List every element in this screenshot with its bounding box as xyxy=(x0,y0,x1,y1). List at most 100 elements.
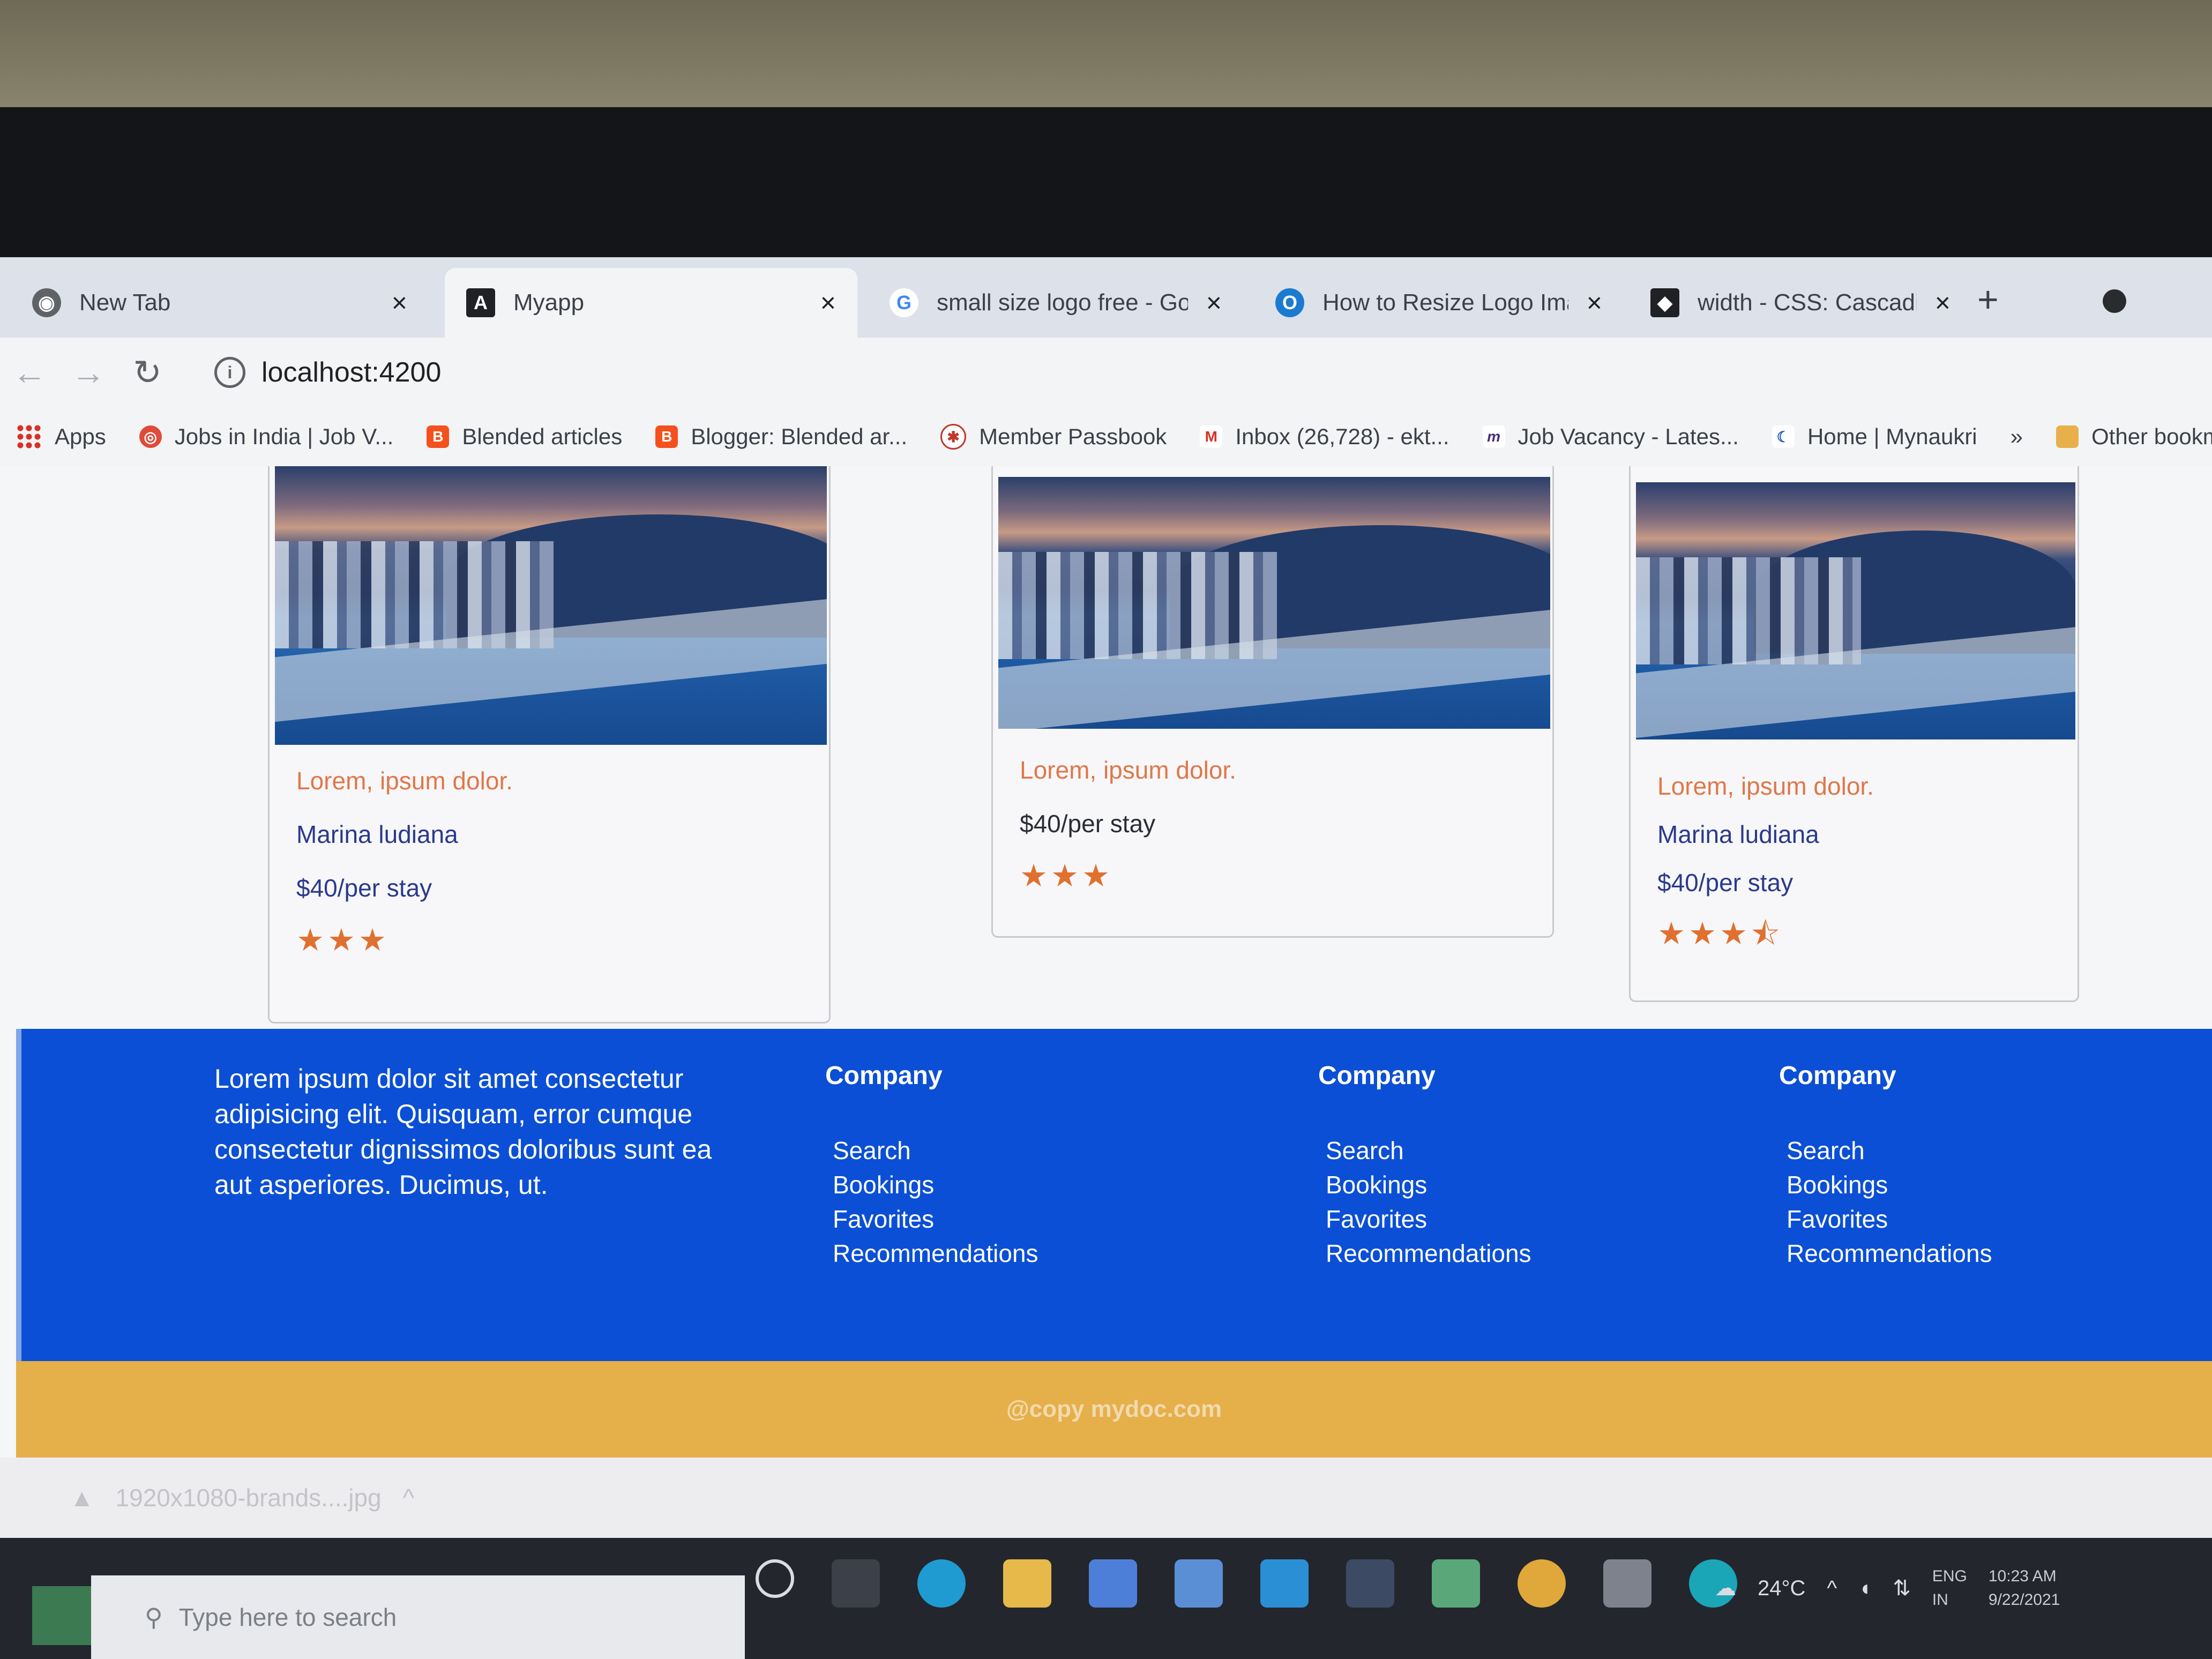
store-icon[interactable] xyxy=(1089,1559,1137,1608)
footer-link-favorites[interactable]: Favorites xyxy=(833,1202,1038,1236)
footer-link-recommendations[interactable]: Recommendations xyxy=(1326,1236,1531,1271)
network-icon[interactable]: ⇅ xyxy=(1893,1576,1911,1601)
download-shelf: ▲ 1920x1080-brands....jpg ^ xyxy=(0,1458,2212,1538)
chevron-up-icon[interactable]: ^ xyxy=(403,1483,415,1512)
bookmark-member-passbook[interactable]: ✱ Member Passbook xyxy=(940,424,1167,450)
tab-title: Myapp xyxy=(513,289,585,316)
bookmark-apps[interactable]: Apps xyxy=(16,424,106,450)
footer-heading: Company xyxy=(1779,1062,1896,1090)
bookmark-label: Jobs in India | Job V... xyxy=(174,424,394,449)
mail-icon[interactable] xyxy=(1175,1559,1223,1608)
temperature[interactable]: 24°C xyxy=(1758,1576,1805,1601)
listing-card-3[interactable]: Lorem, ipsum dolor. Marina ludiana $40/p… xyxy=(1629,466,2079,1002)
settings-gear-icon[interactable] xyxy=(1346,1559,1394,1608)
tab-strip: ◉ New Tab × A Myapp × G small size logo … xyxy=(0,257,2212,338)
bookmark-label: Blended articles xyxy=(462,424,623,449)
mdn-icon: ◆ xyxy=(1650,288,1679,317)
file-explorer-icon[interactable] xyxy=(1003,1559,1051,1608)
copyright-bar: @copy mydoc.com xyxy=(16,1361,2212,1458)
footer-link-search[interactable]: Search xyxy=(1787,1133,1992,1168)
chrome-icon[interactable] xyxy=(1518,1559,1566,1608)
bookmark-label: Other bookmarks xyxy=(2091,424,2212,449)
footer-link-favorites[interactable]: Favorites xyxy=(1326,1202,1531,1236)
jobs-icon: ◎ xyxy=(139,425,162,448)
bookmark-gmail-inbox[interactable]: M Inbox (26,728) - ekt... xyxy=(1200,424,1449,450)
footer-link-search[interactable]: Search xyxy=(833,1133,1038,1168)
star-rating-icon: ★★★ xyxy=(296,923,390,958)
footer-link-recommendations[interactable]: Recommendations xyxy=(833,1236,1038,1271)
bookmark-label: Blogger: Blended ar... xyxy=(691,424,908,449)
taskbar-search-box[interactable]: ⚲ Type here to search xyxy=(91,1575,745,1659)
download-file-name[interactable]: 1920x1080-brands....jpg xyxy=(116,1483,382,1512)
weather-cloud-icon[interactable]: ☁ xyxy=(1715,1576,1736,1601)
epfo-icon: ✱ xyxy=(940,424,967,450)
close-tab-icon[interactable]: × xyxy=(820,287,836,318)
bookmark-blogger[interactable]: B Blogger: Blended ar... xyxy=(655,424,907,450)
card-location: Marina ludiana xyxy=(296,820,458,848)
url-text[interactable]: localhost:4200 xyxy=(261,356,441,388)
footer-link-search[interactable]: Search xyxy=(1326,1133,1531,1168)
volume-icon[interactable]: ◖ xyxy=(1858,1576,1871,1601)
footer-link-recommendations[interactable]: Recommendations xyxy=(1787,1236,1992,1271)
tab-title: width - CSS: Cascading Style xyxy=(1698,289,1917,316)
download-file-icon: ▲ xyxy=(70,1484,94,1512)
close-tab-icon[interactable]: × xyxy=(1935,287,1951,318)
forward-arrow-icon[interactable]: → xyxy=(59,353,118,392)
footer-column-3: Company Search Bookings Favorites Recomm… xyxy=(1779,1061,1992,1271)
bookmark-jobs-india[interactable]: ◎ Jobs in India | Job V... xyxy=(139,424,394,450)
tab-new-tab[interactable]: ◉ New Tab × xyxy=(11,268,429,338)
back-arrow-icon[interactable]: ← xyxy=(0,353,59,392)
site-footer: Lorem ipsum dolor sit amet consectetur a… xyxy=(16,1029,2212,1361)
bookmark-blended-articles[interactable]: B Blended articles xyxy=(427,424,622,450)
windows-start-icon[interactable] xyxy=(32,1586,91,1645)
footer-link-favorites[interactable]: Favorites xyxy=(1787,1202,1992,1236)
vscode-icon[interactable] xyxy=(1260,1559,1309,1608)
close-tab-icon[interactable]: × xyxy=(392,287,407,318)
card-price: $40/per stay xyxy=(296,874,432,902)
search-icon: ⚲ xyxy=(145,1603,163,1631)
reload-icon[interactable]: ↻ xyxy=(118,353,177,393)
cortana-icon[interactable] xyxy=(756,1559,794,1598)
tab-myapp[interactable]: A Myapp × xyxy=(445,268,857,338)
site-info-icon[interactable]: i xyxy=(214,357,245,388)
edge-icon[interactable] xyxy=(917,1559,966,1608)
tab-resize-logo[interactable]: O How to Resize Logo Image in × xyxy=(1254,268,1624,338)
language-code: ENG xyxy=(1932,1567,1967,1585)
task-view-icon[interactable] xyxy=(832,1559,880,1608)
bookmark-mynaukri[interactable]: ☾ Home | Mynaukri xyxy=(1772,424,1977,450)
tab-mdn-width[interactable]: ◆ width - CSS: Cascading Style × xyxy=(1629,268,1972,338)
listing-card-2[interactable]: Lorem, ipsum dolor. $40/per stay ★★★ xyxy=(991,466,1554,938)
bookmark-label: Inbox (26,728) - ekt... xyxy=(1235,424,1449,449)
footer-heading: Company xyxy=(1318,1062,1436,1090)
footer-column-1: Company Search Bookings Favorites Recomm… xyxy=(825,1061,1038,1271)
footer-link-bookings[interactable]: Bookings xyxy=(833,1168,1038,1202)
copyright-text: @copy mydoc.com xyxy=(1006,1396,1222,1422)
address-bar[interactable]: i localhost:4200 xyxy=(214,346,2036,399)
app-icon[interactable] xyxy=(1603,1559,1651,1608)
close-tab-icon[interactable]: × xyxy=(1206,287,1222,318)
git-icon[interactable] xyxy=(1432,1559,1480,1608)
bookmark-label: Member Passbook xyxy=(979,424,1167,449)
other-bookmarks-folder[interactable]: Other bookmarks xyxy=(2056,424,2212,450)
google-icon: G xyxy=(890,288,918,317)
clock[interactable]: 10:23 AM 9/22/2021 xyxy=(1989,1565,2060,1612)
bookmarks-bar: Apps ◎ Jobs in India | Job V... B Blende… xyxy=(0,407,2212,466)
blogger-icon: B xyxy=(427,425,450,448)
beach-photo xyxy=(275,466,827,745)
listing-card-1[interactable]: Lorem, ipsum dolor. Marina ludiana $40/p… xyxy=(268,466,831,1023)
close-tab-icon[interactable]: × xyxy=(1587,287,1602,318)
profile-icon[interactable] xyxy=(2103,289,2126,313)
language-indicator[interactable]: ENG IN xyxy=(1932,1565,1967,1612)
tab-google-search[interactable]: G small size logo free - Google × xyxy=(868,268,1243,338)
windows-taskbar: ⚲ Type here to search ☁ 24°C ^ ◖ ⇅ ENG I… xyxy=(0,1538,2212,1659)
bookmark-label: Home | Mynaukri xyxy=(1807,424,1977,449)
bookmark-job-vacancy[interactable]: m Job Vacancy - Lates... xyxy=(1482,424,1739,450)
chevron-up-icon[interactable]: ^ xyxy=(1827,1576,1837,1601)
new-tab-button[interactable]: + xyxy=(1977,279,1999,320)
apps-grid-icon xyxy=(16,424,42,450)
footer-link-bookings[interactable]: Bookings xyxy=(1326,1168,1531,1202)
search-placeholder: Type here to search xyxy=(178,1603,397,1631)
footer-link-bookings[interactable]: Bookings xyxy=(1787,1168,1992,1202)
bookmarks-overflow-button[interactable]: » xyxy=(2011,424,2023,450)
clock-date: 9/22/2021 xyxy=(1988,1591,2060,1609)
